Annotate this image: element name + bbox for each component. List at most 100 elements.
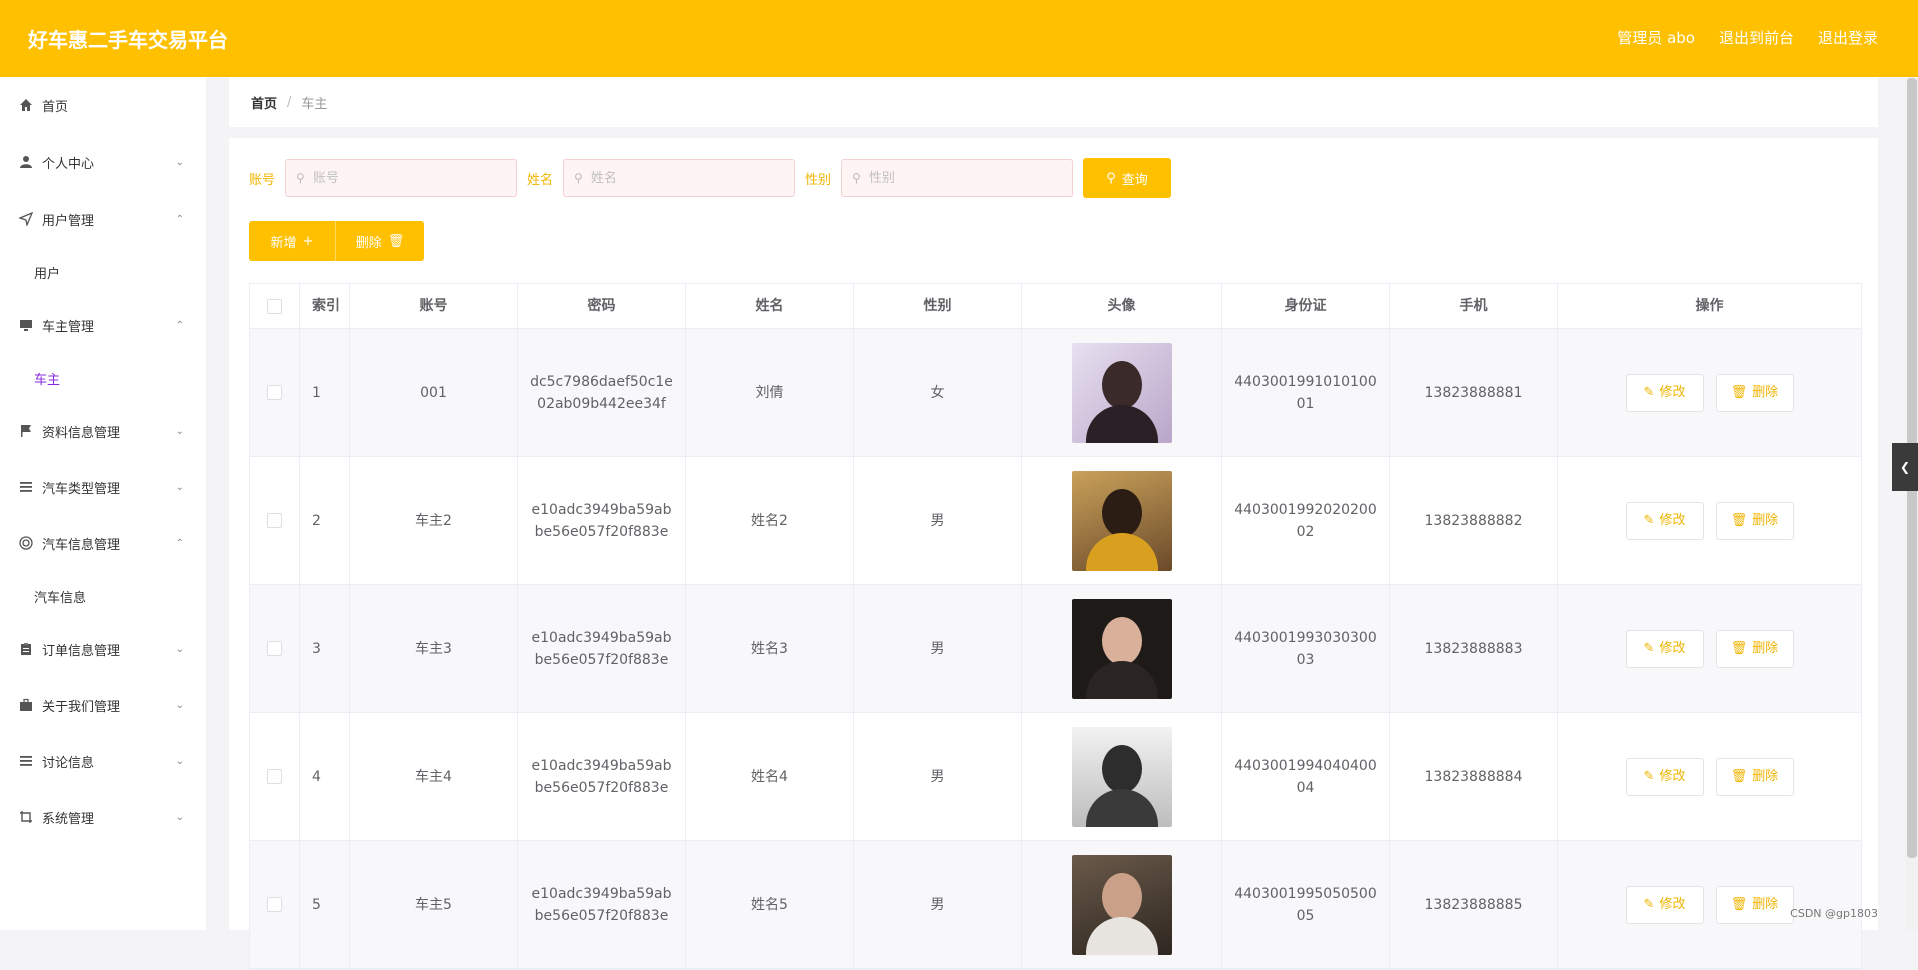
batch-delete-button[interactable]: 删除 🗑 — [336, 221, 424, 261]
breadcrumb-current: 车主 — [301, 96, 328, 112]
cell-account: 车主5 — [350, 841, 518, 968]
cell-password: e10adc3949ba59abbe56e057f20f883e — [518, 457, 686, 584]
briefcase-icon — [18, 697, 34, 713]
query-button[interactable]: ⚲ 查询 — [1083, 158, 1172, 198]
sidebar-item-car-type[interactable]: 汽车类型管理 ⌄ — [0, 467, 206, 507]
sidebar-item-home[interactable]: 首页 — [0, 85, 206, 125]
column-header: 账号 — [350, 284, 518, 328]
column-header: 操作 — [1695, 298, 1724, 314]
delete-label: 删除 — [1752, 640, 1779, 656]
cell-avatar — [1022, 713, 1222, 840]
sidebar-item-owner-mgmt[interactable]: 车主管理 ⌃ — [0, 305, 206, 345]
table-row: 1 001 dc5c7986daef50c1e02ab09b442ee34f 刘… — [250, 329, 1861, 457]
page-scrollbar[interactable] — [1906, 77, 1918, 930]
cell-actions: ✎ 修改 🗑 删除 — [1558, 329, 1861, 456]
cell-password: e10adc3949ba59abbe56e057f20f883e — [518, 713, 686, 840]
cell-phone: 13823888882 — [1390, 457, 1558, 584]
edit-button[interactable]: ✎ 修改 — [1625, 373, 1704, 412]
chevron-down-icon: ⌄ — [175, 156, 184, 168]
sidebar-item-user-mgmt[interactable]: 用户管理 ⌃ — [0, 199, 206, 239]
cell-gender: 男 — [854, 457, 1022, 584]
chevron-left-icon: ❮ — [1899, 460, 1911, 474]
trash-icon: 🗑 — [1730, 512, 1748, 528]
cell-avatar — [1022, 841, 1222, 968]
trash-icon: 🗑 — [387, 233, 405, 249]
sidebar-item-about[interactable]: 关于我们管理 ⌄ — [0, 685, 206, 725]
row-checkbox[interactable] — [267, 385, 282, 400]
cell-phone: 13823888883 — [1390, 585, 1558, 712]
delete-label: 删除 — [1752, 768, 1779, 784]
name-search-input[interactable] — [588, 169, 783, 187]
row-checkbox-cell — [250, 585, 300, 712]
column-header: 身份证 — [1222, 284, 1390, 328]
row-checkbox[interactable] — [267, 513, 282, 528]
cell-actions: ✎ 修改 🗑 删除 — [1558, 713, 1861, 840]
sidebar-item-personal[interactable]: 个人中心 ⌄ — [0, 142, 206, 182]
edit-label: 修改 — [1659, 896, 1686, 912]
cell-avatar — [1022, 457, 1222, 584]
account-search-box: ⚲ — [285, 159, 518, 197]
delete-button[interactable]: 🗑 删除 — [1715, 373, 1794, 412]
sidebar-item-material[interactable]: 资料信息管理 ⌄ — [0, 411, 206, 451]
chevron-up-icon: ⌃ — [175, 319, 184, 331]
edit-icon: ✎ — [1643, 896, 1655, 912]
edit-button[interactable]: ✎ 修改 — [1625, 885, 1704, 924]
breadcrumb-home[interactable]: 首页 — [251, 93, 277, 112]
cell-account: 车主3 — [350, 585, 518, 712]
sidebar-subitem-cars[interactable]: 汽车信息 — [34, 587, 86, 606]
delete-button[interactable]: 🗑 删除 — [1715, 757, 1794, 796]
sidebar-item-discussion[interactable]: 讨论信息 ⌄ — [0, 741, 206, 781]
delete-button[interactable]: 🗑 删除 — [1715, 629, 1794, 668]
cell-gender: 男 — [854, 841, 1022, 968]
side-panel-toggle[interactable]: ❮ — [1892, 443, 1918, 491]
cell-password: e10adc3949ba59abbe56e057f20f883e — [518, 841, 686, 968]
main-content: 首页 / 车主 账号 ⚲ 姓名 ⚲ 性别 ⚲ ⚲ 查询 — [229, 77, 1878, 970]
edit-button[interactable]: ✎ 修改 — [1625, 501, 1704, 540]
select-all-checkbox[interactable] — [267, 298, 282, 314]
cell-index: 3 — [300, 585, 350, 712]
admin-name[interactable]: 管理员 abo — [1617, 27, 1695, 48]
cell-id-card: 440300199202020002 — [1222, 457, 1390, 584]
edit-button[interactable]: ✎ 修改 — [1625, 629, 1704, 668]
delete-button[interactable]: 🗑 删除 — [1715, 501, 1794, 540]
crop-icon — [18, 809, 34, 825]
row-checkbox[interactable] — [267, 641, 282, 656]
home-icon — [18, 97, 34, 113]
row-checkbox-cell — [250, 329, 300, 456]
gender-search-input[interactable] — [866, 169, 1061, 187]
edit-button[interactable]: ✎ 修改 — [1625, 757, 1704, 796]
column-header: 头像 — [1022, 284, 1222, 328]
name-search-box: ⚲ — [563, 159, 796, 197]
flag-icon — [18, 423, 34, 439]
chevron-up-icon: ⌃ — [175, 537, 184, 549]
row-checkbox[interactable] — [267, 769, 282, 784]
send-icon — [18, 211, 34, 227]
table-row: 5 车主5 e10adc3949ba59abbe56e057f20f883e 姓… — [250, 841, 1861, 969]
logout-link[interactable]: 退出登录 — [1818, 27, 1878, 48]
cell-index: 2 — [300, 457, 350, 584]
add-button[interactable]: 新增 + — [249, 221, 336, 261]
search-bar: 账号 ⚲ 姓名 ⚲ 性别 ⚲ ⚲ 查询 — [249, 158, 1172, 198]
cell-name: 姓名2 — [686, 457, 854, 584]
sidebar-item-system[interactable]: 系统管理 ⌄ — [0, 797, 206, 837]
sidebar-subitem-owners[interactable]: 车主 — [34, 369, 60, 388]
table-header: 索引 账号 密码 姓名 性别 头像 身份证 手机 操作 — [250, 284, 1861, 329]
sidebar-item-label: 个人中心 — [42, 156, 95, 172]
cell-actions: ✎ 修改 🗑 删除 — [1558, 457, 1861, 584]
column-header: 姓名 — [686, 284, 854, 328]
row-checkbox[interactable] — [267, 897, 282, 912]
cell-avatar — [1022, 585, 1222, 712]
batch-delete-label: 删除 — [355, 235, 382, 251]
exit-to-front-link[interactable]: 退出到前台 — [1719, 27, 1794, 48]
delete-label: 删除 — [1752, 896, 1779, 912]
delete-button[interactable]: 🗑 删除 — [1715, 885, 1794, 924]
content-panel: 账号 ⚲ 姓名 ⚲ 性别 ⚲ ⚲ 查询 新增 + — [229, 138, 1878, 970]
cell-phone: 13823888881 — [1390, 329, 1558, 456]
cell-phone: 13823888884 — [1390, 713, 1558, 840]
sidebar-item-car-info[interactable]: 汽车信息管理 ⌃ — [0, 523, 206, 563]
toolbar: 新增 + 删除 🗑 — [249, 221, 424, 261]
search-icon: ⚲ — [1106, 170, 1116, 186]
sidebar-subitem-users[interactable]: 用户 — [34, 263, 60, 282]
sidebar-item-orders[interactable]: 订单信息管理 ⌄ — [0, 629, 206, 669]
account-search-input[interactable] — [310, 169, 505, 187]
